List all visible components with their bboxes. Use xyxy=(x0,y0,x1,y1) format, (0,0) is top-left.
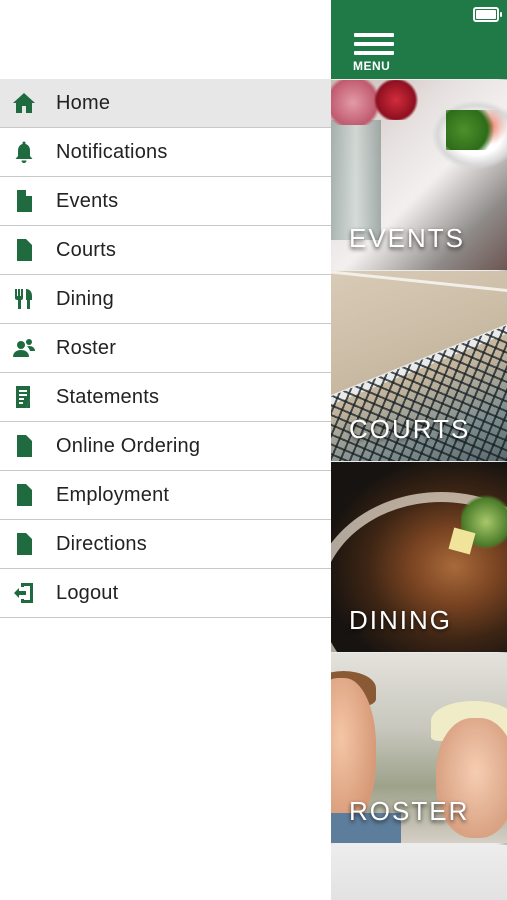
menu-item-roster[interactable]: Roster xyxy=(0,324,331,373)
menu-item-label: Logout xyxy=(56,581,119,604)
menu-item-label: Roster xyxy=(56,336,117,359)
statement-icon xyxy=(11,384,37,410)
menu-item-directions[interactable]: Directions xyxy=(0,520,331,569)
drawer-header xyxy=(0,0,331,79)
menu-item-dining[interactable]: Dining xyxy=(0,275,331,324)
menu-item-label: Dining xyxy=(56,287,114,310)
menu-item-label: Online Ordering xyxy=(56,434,201,457)
menu-item-employment[interactable]: Employment xyxy=(0,471,331,520)
document-icon xyxy=(11,531,37,557)
document-icon xyxy=(11,482,37,508)
menu-item-home[interactable]: Home xyxy=(0,79,331,128)
courts-tile-label: COURTS xyxy=(349,414,471,444)
events-tile-label: EVENTS xyxy=(349,223,466,253)
roster-tile-label: ROSTER xyxy=(349,796,470,826)
menu-item-label: Courts xyxy=(56,238,117,261)
menu-button-label[interactable]: MENU xyxy=(353,59,390,73)
battery-icon xyxy=(473,7,502,22)
people-icon xyxy=(11,335,37,361)
next-tile[interactable] xyxy=(331,845,507,900)
menu-item-courts[interactable]: Courts xyxy=(0,226,331,275)
events-tile[interactable]: EVENTS xyxy=(331,80,507,270)
menu-item-label: Notifications xyxy=(56,140,168,163)
menu-item-statements[interactable]: Statements xyxy=(0,373,331,422)
bell-icon xyxy=(11,139,37,165)
navigation-drawer: Home Notifications Events Courts Dining xyxy=(0,0,331,900)
menu-item-label: Directions xyxy=(56,532,147,555)
roster-tile[interactable]: ROSTER xyxy=(331,653,507,843)
main-content: MENU EVENTS COURTS DINING ROSTER xyxy=(331,0,507,900)
courts-tile[interactable]: COURTS xyxy=(331,271,507,461)
drawer-menu-list: Home Notifications Events Courts Dining xyxy=(0,79,331,618)
menu-item-label: Employment xyxy=(56,483,170,506)
hamburger-menu-button[interactable] xyxy=(354,33,394,57)
menu-item-online-ordering[interactable]: Online Ordering xyxy=(0,422,331,471)
menu-item-label: Statements xyxy=(56,385,160,408)
dining-tile[interactable]: DINING xyxy=(331,462,507,652)
home-icon xyxy=(11,90,37,116)
menu-item-label: Home xyxy=(56,91,111,114)
menu-item-label: Events xyxy=(56,189,119,212)
menu-item-logout[interactable]: Logout xyxy=(0,569,331,618)
document-icon xyxy=(11,188,37,214)
utensils-icon xyxy=(11,286,37,312)
app-header: MENU xyxy=(331,0,507,79)
document-icon xyxy=(11,433,37,459)
document-icon xyxy=(11,237,37,263)
menu-item-events[interactable]: Events xyxy=(0,177,331,226)
menu-item-notifications[interactable]: Notifications xyxy=(0,128,331,177)
dining-tile-label: DINING xyxy=(349,605,452,635)
logout-icon xyxy=(11,580,37,606)
